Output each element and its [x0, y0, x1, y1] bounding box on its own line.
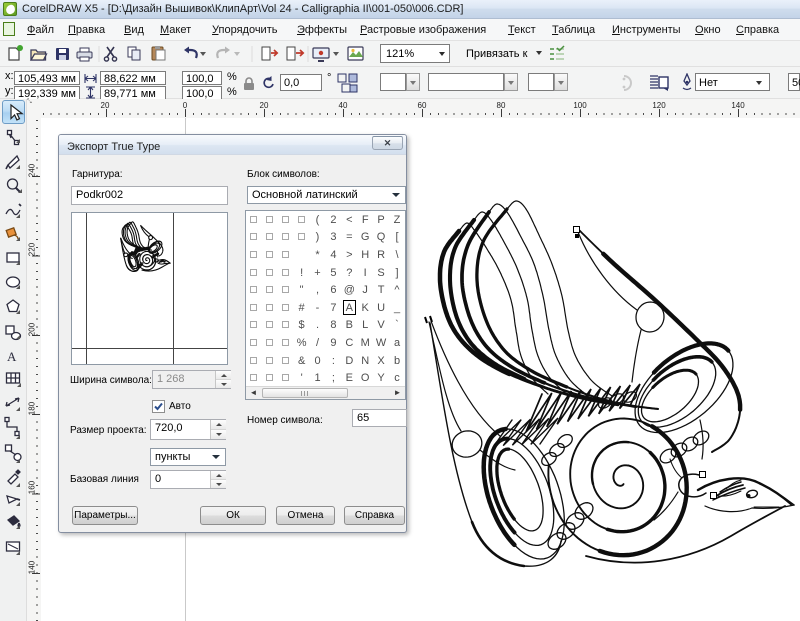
svg-text:A: A — [7, 349, 17, 364]
